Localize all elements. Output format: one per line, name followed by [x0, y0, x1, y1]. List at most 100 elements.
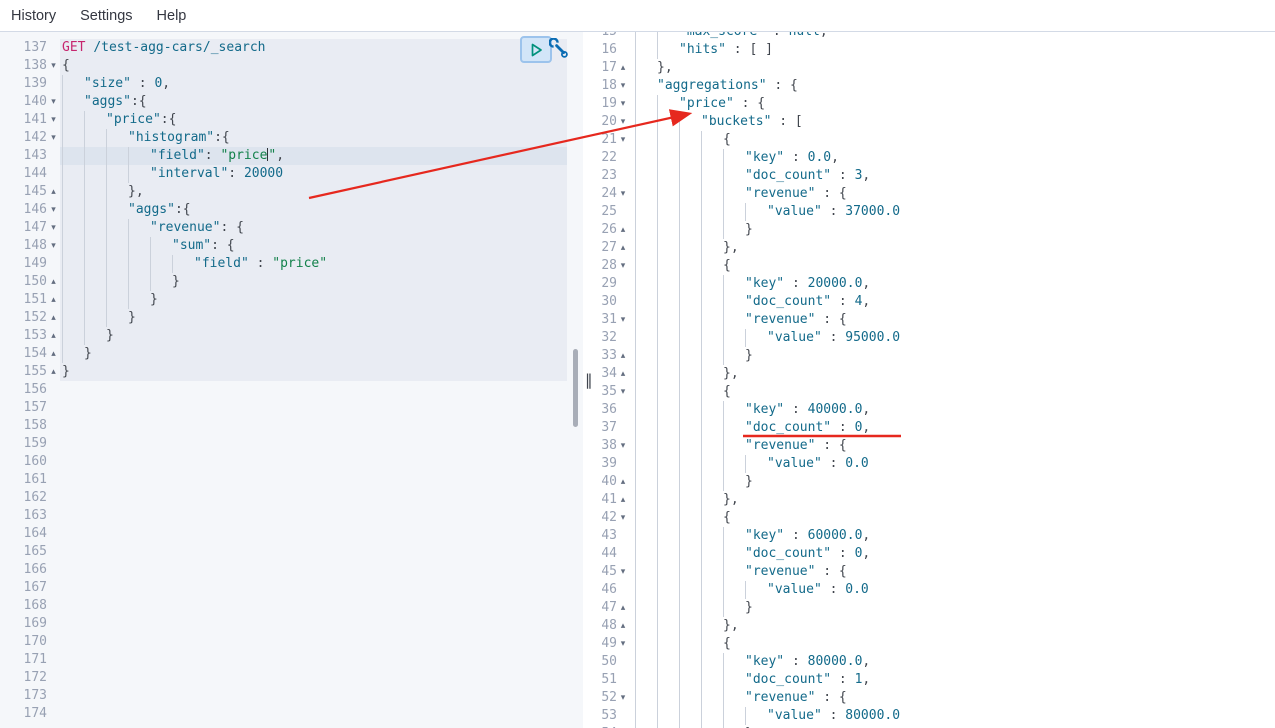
code-text [60, 669, 567, 687]
fold-expand-icon[interactable]: ▴ [617, 365, 629, 383]
code-text: "revenue" : { [629, 185, 1275, 203]
fold-expand-icon[interactable]: ▴ [617, 347, 629, 365]
fold-collapse-icon[interactable]: ▾ [617, 113, 629, 131]
indent-guide [701, 527, 723, 545]
fold-expand-icon[interactable]: ▴ [617, 491, 629, 509]
indent-guide [150, 237, 172, 255]
indent-guide [106, 237, 128, 255]
indent-guide [701, 509, 723, 527]
code-line-149: 149"field" : "price" [0, 255, 583, 273]
fold-collapse-icon[interactable]: ▾ [617, 383, 629, 401]
indent-guide [635, 221, 657, 239]
code-line-141: 141▾"price":{ [0, 111, 583, 129]
gutter: 158 [0, 417, 60, 435]
fold-collapse-icon[interactable]: ▾ [617, 185, 629, 203]
fold-expand-icon[interactable]: ▴ [617, 617, 629, 635]
fold-collapse-icon[interactable]: ▾ [47, 201, 60, 219]
request-options-button[interactable] [549, 38, 569, 60]
fold-collapse-icon[interactable]: ▾ [47, 57, 60, 75]
indent-guide [84, 327, 106, 345]
code-line-35: 35▾{ [600, 383, 1275, 401]
fold-expand-icon[interactable]: ▴ [617, 221, 629, 239]
fold-spacer [47, 165, 60, 183]
fold-collapse-icon[interactable]: ▾ [617, 95, 629, 113]
code-text: "key" : 80000.0, [629, 653, 1275, 671]
code-text: } [629, 599, 1275, 617]
fold-expand-icon[interactable]: ▴ [47, 273, 60, 291]
fold-expand-icon[interactable]: ▴ [47, 345, 60, 363]
fold-collapse-icon[interactable]: ▾ [47, 111, 60, 129]
code-line-158: 158 [0, 417, 583, 435]
menu-item-help[interactable]: Help [157, 8, 187, 24]
indent-guide [635, 185, 657, 203]
fold-collapse-icon[interactable]: ▾ [617, 509, 629, 527]
indent-guide [657, 653, 679, 671]
code-line-156: 156 [0, 381, 583, 399]
indent-guide [723, 455, 745, 473]
menu-item-settings[interactable]: Settings [80, 8, 132, 24]
fold-collapse-icon[interactable]: ▾ [617, 563, 629, 581]
line-number: 138 [0, 57, 47, 75]
code-text: } [60, 273, 567, 291]
gutter: 141▾ [0, 111, 60, 129]
fold-expand-icon[interactable]: ▴ [617, 599, 629, 617]
indent-guide [657, 329, 679, 347]
fold-collapse-icon[interactable]: ▾ [47, 93, 60, 111]
line-number: 15 [600, 32, 617, 41]
line-number: 50 [600, 653, 617, 671]
line-number: 35 [600, 383, 617, 401]
code-text: "key" : 0.0, [629, 149, 1275, 167]
fold-spacer [617, 527, 629, 545]
indent-guide [657, 545, 679, 563]
fold-spacer [617, 203, 629, 221]
send-request-button[interactable] [520, 36, 552, 63]
gutter: 168 [0, 597, 60, 615]
fold-collapse-icon[interactable]: ▾ [617, 311, 629, 329]
request-editor-scrollbar-thumb[interactable] [573, 349, 578, 427]
fold-collapse-icon[interactable]: ▾ [617, 437, 629, 455]
indent-guide [84, 291, 106, 309]
divider-drag-handle-icon[interactable]: ‖ [585, 371, 593, 389]
gutter: 45▾ [600, 563, 629, 581]
fold-expand-icon[interactable]: ▴ [47, 309, 60, 327]
fold-collapse-icon[interactable]: ▾ [47, 237, 60, 255]
fold-collapse-icon[interactable]: ▾ [47, 129, 60, 147]
fold-collapse-icon[interactable]: ▾ [47, 219, 60, 237]
gutter: 34▴ [600, 365, 629, 383]
fold-collapse-icon[interactable]: ▾ [617, 77, 629, 95]
indent-guide [635, 671, 657, 689]
fold-expand-icon[interactable]: ▴ [47, 363, 60, 381]
gutter: 172 [0, 669, 60, 687]
indent-guide [679, 113, 701, 131]
code-line-138: 138▾{ [0, 57, 583, 75]
indent-guide [635, 491, 657, 509]
indent-guide [84, 237, 106, 255]
fold-expand-icon[interactable]: ▴ [617, 239, 629, 257]
indent-guide [701, 599, 723, 617]
line-number: 137 [0, 39, 47, 57]
code-line-27: 27▴}, [600, 239, 1275, 257]
fold-expand-icon[interactable]: ▴ [617, 59, 629, 77]
code-text: "value" : 0.0 [629, 455, 1275, 473]
code-line-142: 142▾"histogram":{ [0, 129, 583, 147]
fold-expand-icon[interactable]: ▴ [47, 291, 60, 309]
fold-collapse-icon[interactable]: ▾ [617, 689, 629, 707]
fold-collapse-icon[interactable]: ▾ [617, 635, 629, 653]
code-text [60, 399, 567, 417]
menu-item-history[interactable]: History [11, 8, 56, 24]
fold-collapse-icon[interactable]: ▾ [617, 131, 629, 149]
response-editor[interactable]: 15"max_score" : null,16"hits" : [ ]17▴},… [600, 32, 1275, 728]
request-editor[interactable]: 137GET /test-agg-cars/_search138▾{139"si… [0, 32, 583, 728]
gutter: 28▾ [600, 257, 629, 275]
code-text: { [629, 509, 1275, 527]
fold-expand-icon[interactable]: ▴ [47, 327, 60, 345]
indent-guide [657, 95, 679, 113]
line-number: 173 [0, 687, 47, 705]
line-number: 152 [0, 309, 47, 327]
fold-collapse-icon[interactable]: ▾ [617, 257, 629, 275]
indent-guide [701, 203, 723, 221]
indent-guide [723, 707, 745, 725]
code-line-150: 150▴} [0, 273, 583, 291]
fold-expand-icon[interactable]: ▴ [47, 183, 60, 201]
fold-expand-icon[interactable]: ▴ [617, 473, 629, 491]
